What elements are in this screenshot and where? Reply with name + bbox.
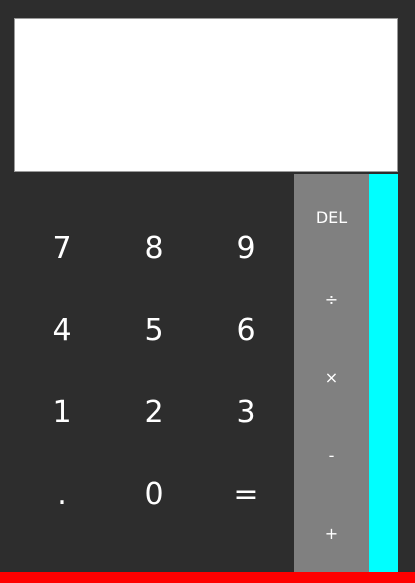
calculator-display xyxy=(14,18,398,172)
key-4[interactable]: 4 xyxy=(16,289,108,371)
key-3[interactable]: 3 xyxy=(200,371,292,453)
key-decimal[interactable]: . xyxy=(16,453,108,535)
key-2[interactable]: 2 xyxy=(108,371,200,453)
operator-panel: DEL ÷ × - + xyxy=(294,174,369,572)
key-6[interactable]: 6 xyxy=(200,289,292,371)
number-keypad: 7 8 9 4 5 6 1 2 3 . 0 = xyxy=(14,174,294,572)
key-5[interactable]: 5 xyxy=(108,289,200,371)
accent-strip xyxy=(369,174,398,572)
key-9[interactable]: 9 xyxy=(200,207,292,289)
multiply-button[interactable]: × xyxy=(294,338,369,416)
key-8[interactable]: 8 xyxy=(108,207,200,289)
bottom-bar xyxy=(0,572,415,583)
key-equals[interactable]: = xyxy=(200,453,292,535)
divide-button[interactable]: ÷ xyxy=(294,260,369,338)
key-1[interactable]: 1 xyxy=(16,371,108,453)
delete-button[interactable]: DEL xyxy=(294,178,369,256)
subtract-button[interactable]: - xyxy=(294,416,369,494)
add-button[interactable]: + xyxy=(294,494,369,572)
key-7[interactable]: 7 xyxy=(16,207,108,289)
key-0[interactable]: 0 xyxy=(108,453,200,535)
